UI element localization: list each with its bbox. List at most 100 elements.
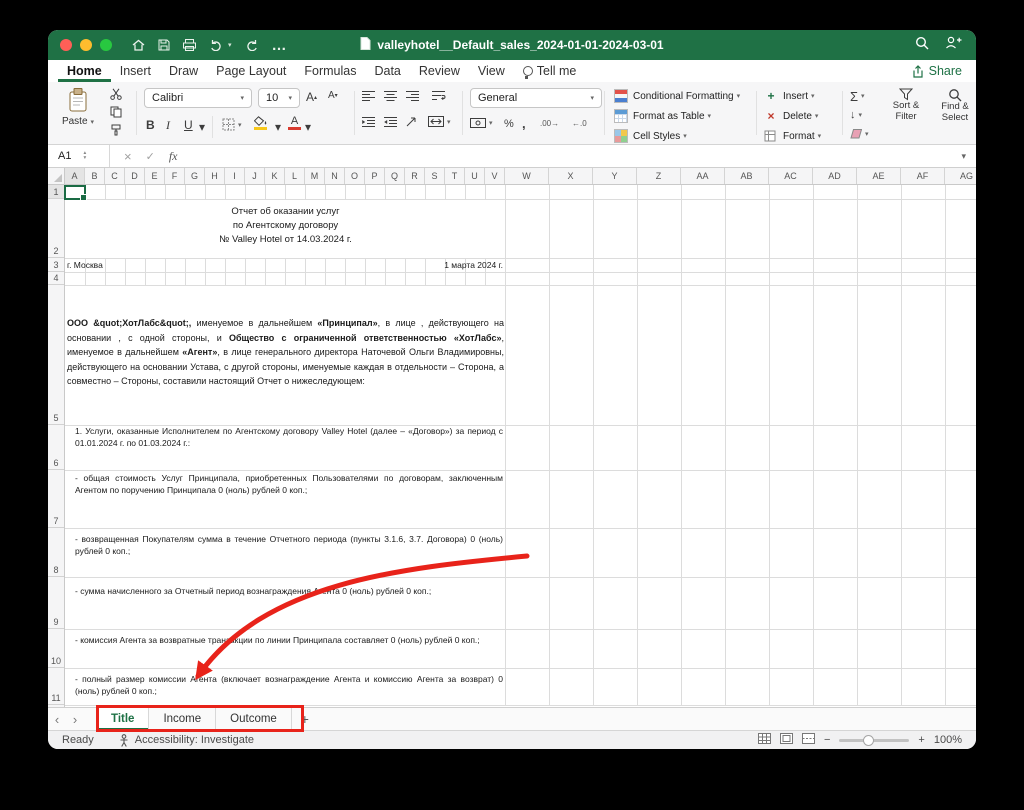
ribbon-tab-formulas[interactable]: Formulas [295, 60, 365, 82]
share-button[interactable]: Share [912, 60, 962, 82]
row-header-10[interactable]: 10 [48, 629, 64, 668]
column-header-L[interactable]: L [285, 168, 305, 184]
underline-button[interactable]: U [184, 118, 193, 132]
column-header-C[interactable]: C [105, 168, 125, 184]
zoom-out-button[interactable]: − [824, 734, 830, 746]
row-header-3[interactable]: 3 [48, 258, 64, 272]
accessibility-status[interactable]: Accessibility: Investigate [118, 733, 254, 747]
column-header-A[interactable]: A [65, 168, 85, 184]
page-layout-view-icon[interactable] [779, 733, 793, 747]
save-icon[interactable] [158, 39, 170, 51]
column-header-AG[interactable]: AG [945, 168, 976, 184]
ribbon-tab-home[interactable]: Home [58, 60, 111, 82]
ribbon-tab-insert[interactable]: Insert [111, 60, 160, 82]
cut-icon[interactable] [106, 85, 126, 103]
sheet-grid[interactable]: 1 2 3 4 5 6 7 8 9 10 11 Отчет об оказании услуг по… [48, 185, 976, 707]
name-box[interactable]: A1 ▴ ▾ [48, 145, 110, 167]
name-box-stepper-icon[interactable]: ▴ ▾ [83, 150, 86, 161]
row-header-4[interactable]: 4 [48, 272, 64, 285]
number-format-select[interactable]: General ▾ [470, 88, 602, 108]
column-header-W[interactable]: W [505, 168, 549, 184]
percent-style-button[interactable]: % [504, 118, 514, 130]
confirm-entry-icon[interactable]: ✓ [146, 150, 155, 163]
column-header-K[interactable]: K [265, 168, 285, 184]
sort-filter-button[interactable]: Sort & Filter [882, 88, 930, 122]
column-header-AB[interactable]: AB [725, 168, 769, 184]
column-header-F[interactable]: F [165, 168, 185, 184]
ribbon-tab-page-layout[interactable]: Page Layout [207, 60, 295, 82]
fullscreen-window-button[interactable] [100, 39, 112, 51]
conditional-formatting-button[interactable]: Conditional Formatting ▾ [614, 87, 740, 105]
row-header-5[interactable]: 5 [48, 285, 64, 425]
row-header-6[interactable]: 6 [48, 425, 64, 470]
zoom-slider[interactable] [839, 734, 910, 746]
font-color-chevron-icon[interactable]: ▾ [305, 120, 311, 134]
decrease-indent-button[interactable] [362, 116, 375, 127]
column-header-D[interactable]: D [125, 168, 145, 184]
fill-color-chevron-icon[interactable]: ▾ [275, 120, 281, 134]
add-sheet-button[interactable]: + [292, 708, 318, 730]
align-center-button[interactable] [384, 90, 397, 101]
column-header-R[interactable]: R [405, 168, 425, 184]
font-name-select[interactable]: Calibri ▾ [144, 88, 252, 108]
ribbon-tab-review[interactable]: Review [410, 60, 469, 82]
text-orientation-button[interactable] [406, 116, 418, 127]
decrease-decimal-button[interactable]: ←.0 [572, 119, 587, 128]
sheet-tab-title[interactable]: Title [96, 708, 150, 730]
ribbon-tab-data[interactable]: Data [365, 60, 409, 82]
formula-input[interactable] [177, 145, 961, 167]
zoom-level[interactable]: 100% [934, 734, 962, 746]
align-left-button[interactable] [362, 90, 375, 101]
share-user-icon[interactable] [945, 36, 962, 54]
sheet-tab-income[interactable]: Income [149, 708, 217, 730]
normal-view-icon[interactable] [757, 733, 771, 747]
minimize-window-button[interactable] [80, 39, 92, 51]
column-header-Y[interactable]: Y [593, 168, 637, 184]
find-select-button[interactable]: Find & Select [934, 88, 976, 123]
redo-icon[interactable] [245, 39, 259, 51]
underline-chevron-icon[interactable]: ▾ [199, 120, 205, 134]
search-icon[interactable] [915, 36, 929, 55]
page-break-view-icon[interactable] [801, 733, 815, 747]
row-header-7[interactable]: 7 [48, 470, 64, 528]
home-icon[interactable] [132, 39, 145, 51]
undo-icon[interactable]: ▾ [209, 39, 232, 51]
font-size-select[interactable]: 10 ▾ [258, 88, 300, 108]
bold-button[interactable]: B [146, 118, 155, 132]
autosum-button[interactable]: Σ ▾ [850, 87, 865, 105]
fill-button[interactable]: ↓ ▾ [850, 106, 862, 124]
zoom-slider-knob[interactable] [863, 734, 875, 746]
column-header-Z[interactable]: Z [637, 168, 681, 184]
cancel-entry-icon[interactable]: × [124, 149, 132, 164]
close-window-button[interactable] [60, 39, 72, 51]
column-header-T[interactable]: T [445, 168, 465, 184]
column-header-U[interactable]: U [465, 168, 485, 184]
row-header-9[interactable]: 9 [48, 577, 64, 629]
column-header-E[interactable]: E [145, 168, 165, 184]
borders-button[interactable]: ▾ [222, 118, 242, 131]
more-commands-icon[interactable]: … [272, 37, 287, 54]
column-header-AA[interactable]: AA [681, 168, 725, 184]
delete-cells-button[interactable]: × Delete ▾ [764, 107, 818, 125]
increase-decimal-button[interactable]: .00→ [540, 119, 559, 128]
column-header-B[interactable]: B [85, 168, 105, 184]
column-header-AE[interactable]: AE [857, 168, 901, 184]
ribbon-tab-draw[interactable]: Draw [160, 60, 207, 82]
comma-style-button[interactable]: , [522, 116, 526, 131]
zoom-in-button[interactable]: + [918, 734, 924, 746]
accounting-format-button[interactable]: ▾ [470, 118, 493, 128]
column-header-H[interactable]: H [205, 168, 225, 184]
column-header-N[interactable]: N [325, 168, 345, 184]
format-cells-button[interactable]: Format ▾ [764, 127, 821, 145]
print-icon[interactable] [183, 39, 196, 51]
cell-styles-button[interactable]: Cell Styles ▾ [614, 127, 687, 145]
paste-button[interactable]: Paste ▾ [56, 82, 100, 127]
row-header-1[interactable]: 1 [48, 185, 64, 199]
column-header-X[interactable]: X [549, 168, 593, 184]
format-painter-icon[interactable] [106, 121, 126, 139]
column-header-G[interactable]: G [185, 168, 205, 184]
column-header-P[interactable]: P [365, 168, 385, 184]
column-header-J[interactable]: J [245, 168, 265, 184]
column-header-M[interactable]: M [305, 168, 325, 184]
row-header-2[interactable]: 2 [48, 199, 64, 258]
